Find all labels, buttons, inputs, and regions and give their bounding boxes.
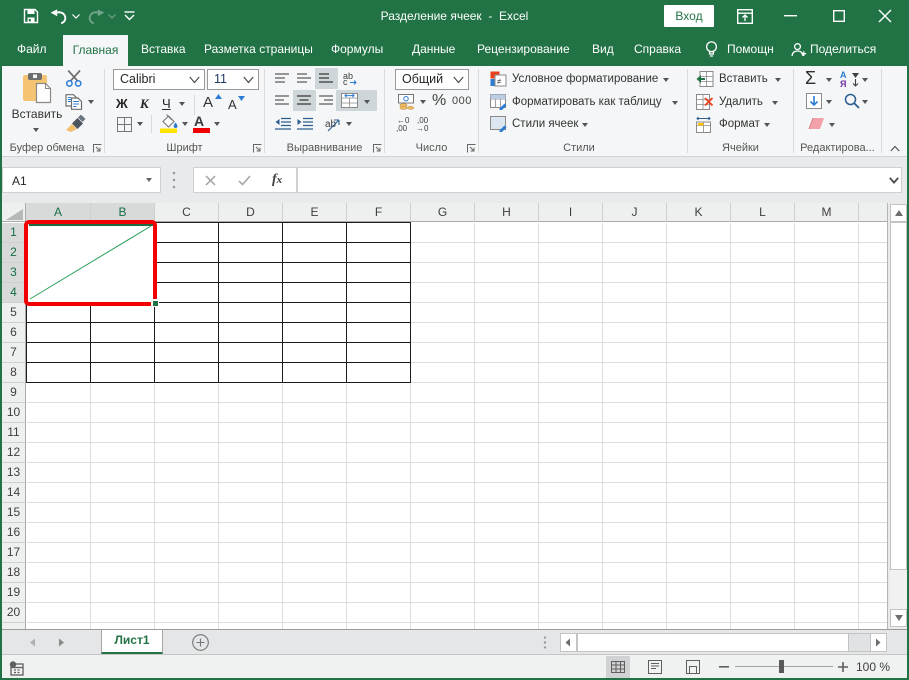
svg-text:≠: ≠: [497, 77, 502, 86]
svg-text:c: c: [343, 77, 348, 85]
svg-text:Я: Я: [840, 79, 846, 88]
svg-text:→0: →0: [416, 124, 429, 132]
svg-text:,00: ,00: [396, 124, 408, 132]
